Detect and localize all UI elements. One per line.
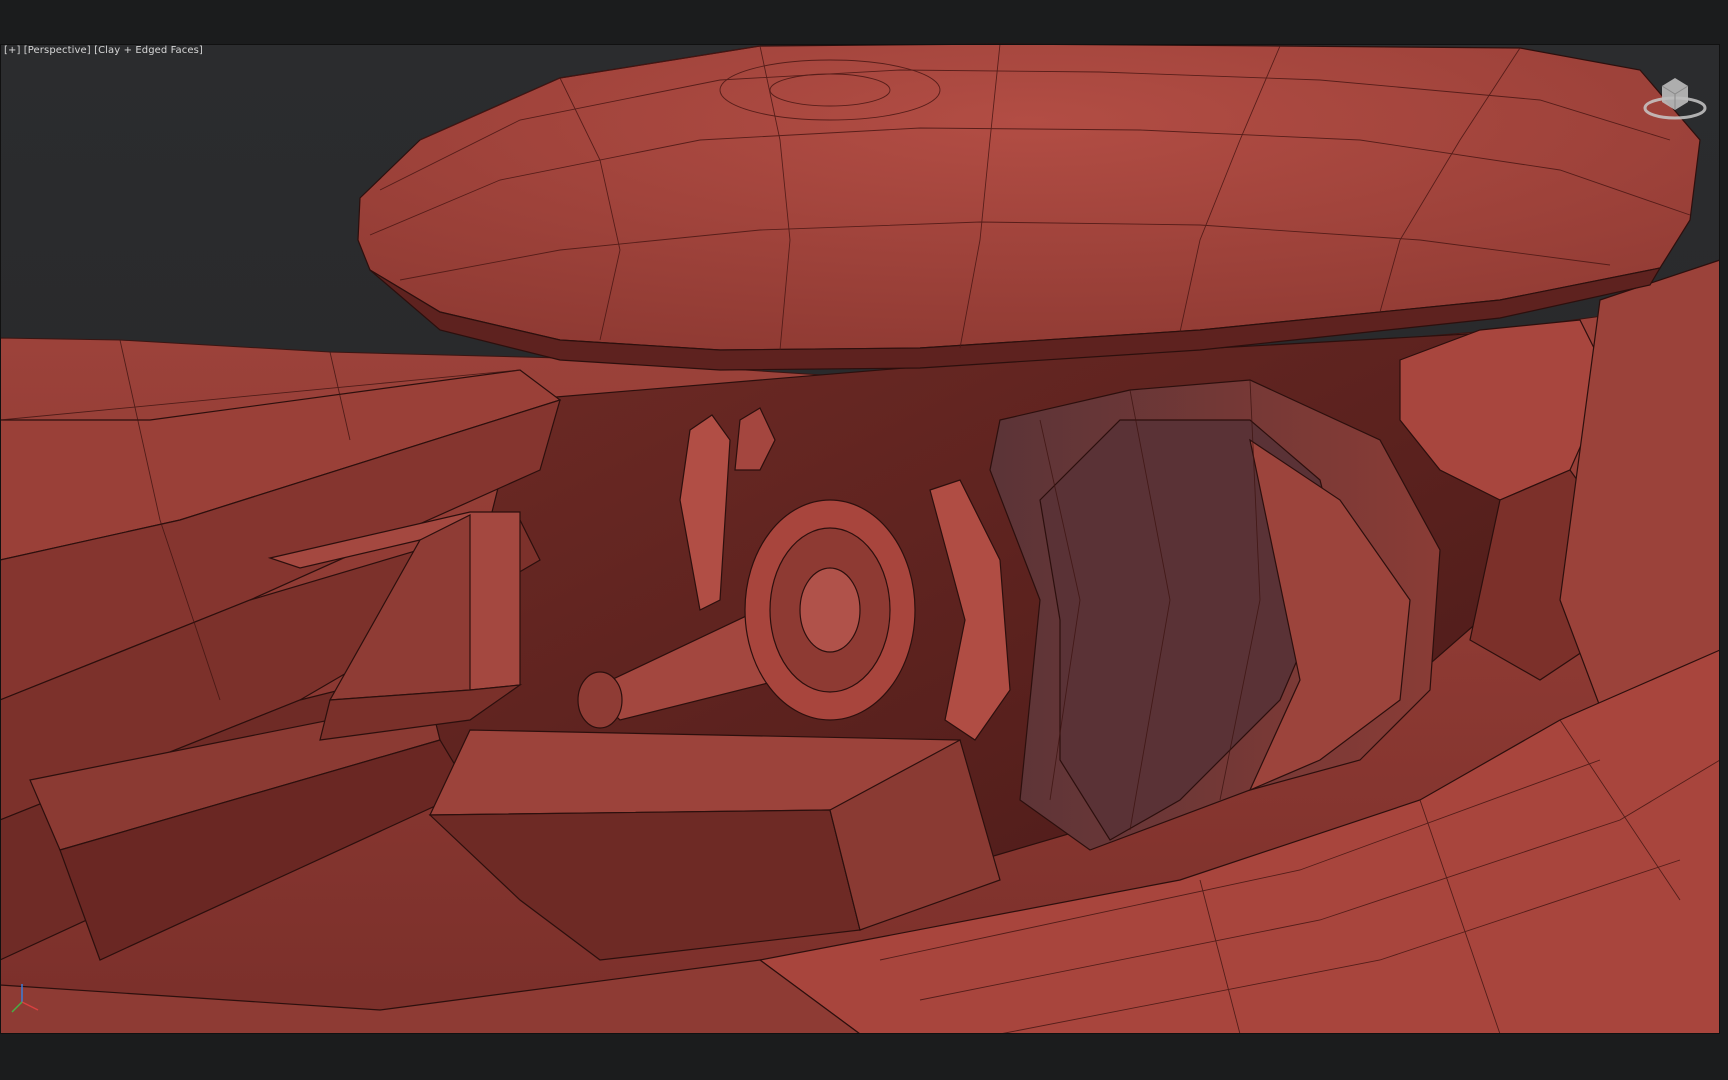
perspective-viewport[interactable]: [+] [Perspective] [Clay + Edged Faces] (0, 0, 1728, 1080)
shading-mode-button[interactable]: [Clay + Edged Faces] (94, 45, 203, 56)
viewport-label: [+] [Perspective] [Clay + Edged Faces] (4, 45, 203, 56)
right-frame (1720, 44, 1728, 1034)
steering-wheel (744, 499, 916, 721)
view-mode-button[interactable]: [Perspective] (24, 45, 91, 56)
viewcube-icon[interactable] (1640, 68, 1710, 128)
bottom-frame (0, 1034, 1728, 1080)
viewport-menu-button[interactable]: [+] (4, 45, 20, 56)
axis-tripod-icon (8, 980, 48, 1020)
